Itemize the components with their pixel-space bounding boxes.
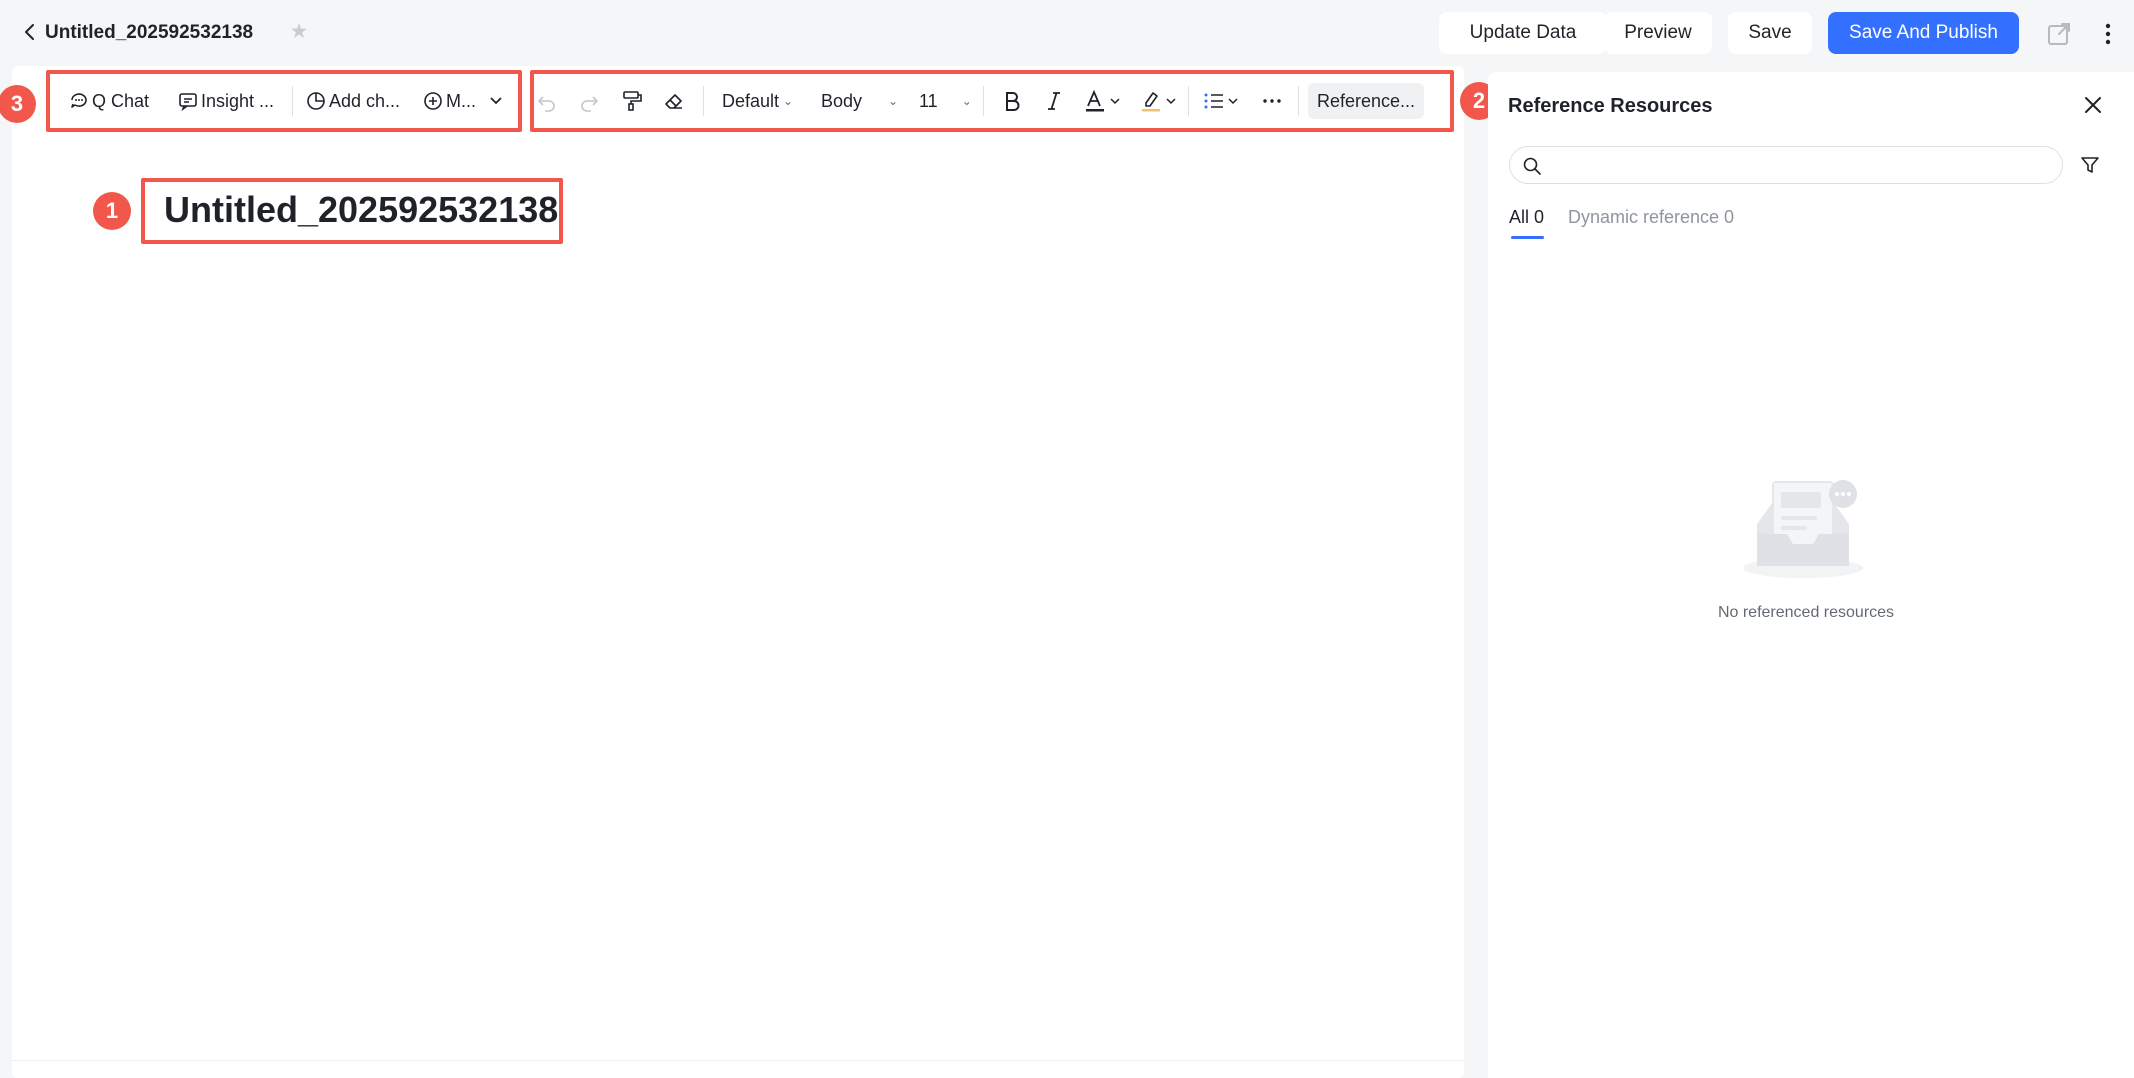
panel-title: Reference Resources — [1508, 95, 1713, 117]
q-chat-icon — [71, 93, 87, 108]
font-size-select[interactable]: 11 ⌄ — [919, 86, 972, 116]
redo-icon — [581, 96, 599, 112]
chevron-down-icon: ⌄ — [783, 94, 794, 108]
update-data-button[interactable]: Update Data — [1439, 12, 1607, 54]
font-family-select[interactable]: Default ⌄ — [722, 86, 793, 116]
top-bar — [0, 0, 2134, 66]
text-color-icon — [1086, 89, 1104, 112]
toolbar-divider — [703, 86, 704, 116]
highlight-color-button[interactable] — [1138, 86, 1178, 116]
add-chart-button[interactable]: Add ch... — [305, 86, 400, 116]
more-insert-button[interactable]: M... — [422, 86, 476, 116]
bold-icon — [1006, 92, 1020, 111]
back-arrow-icon[interactable] — [18, 20, 42, 44]
chevron-down-icon — [490, 97, 502, 105]
pie-chart-icon — [307, 92, 325, 110]
star-icon[interactable]: ★ — [287, 20, 311, 44]
undo-button[interactable] — [535, 86, 559, 116]
ai-group-dropdown[interactable] — [488, 86, 504, 116]
more-format-button[interactable] — [1260, 86, 1284, 116]
toolbar-divider — [983, 86, 984, 116]
undo-icon — [537, 96, 555, 112]
clear-format-button[interactable] — [662, 86, 686, 116]
font-size-value: 11 — [919, 90, 938, 111]
font-family-value: Default — [722, 90, 780, 111]
document-heading[interactable]: Untitled_202592532138 — [164, 188, 558, 232]
resource-search-input[interactable] — [1509, 146, 2063, 184]
chevron-down-icon — [1166, 98, 1176, 105]
toolbar-divider — [292, 86, 293, 116]
insight-label: Insight ... — [201, 90, 275, 111]
reference-button[interactable]: Reference... — [1308, 83, 1424, 119]
bold-button[interactable] — [1002, 86, 1022, 116]
add-chart-label: Add ch... — [329, 90, 401, 111]
chevron-down-icon: ⌄ — [961, 94, 972, 108]
filter-icon[interactable] — [2080, 155, 2100, 175]
tab-dynamic-reference[interactable]: Dynamic reference 0 — [1568, 204, 1734, 230]
active-tab-indicator — [1511, 236, 1544, 239]
insight-button[interactable]: Insight ... — [177, 86, 274, 116]
preview-button[interactable]: Preview — [1604, 12, 1712, 54]
list-button[interactable] — [1202, 86, 1240, 116]
q-chat-label: Q Chat — [92, 90, 150, 111]
tab-all[interactable]: All 0 — [1509, 204, 1544, 230]
search-icon — [1522, 156, 1542, 176]
redo-button[interactable] — [577, 86, 601, 116]
save-and-publish-button[interactable]: Save And Publish — [1828, 12, 2019, 54]
document-title: Untitled_202592532138 — [45, 22, 254, 43]
highlighter-icon — [1142, 92, 1160, 112]
chevron-down-icon — [1228, 98, 1238, 105]
text-color-button[interactable] — [1082, 86, 1122, 116]
bulleted-list-icon — [1204, 93, 1223, 109]
more-vertical-icon[interactable] — [2100, 20, 2116, 48]
chevron-down-icon — [1110, 98, 1120, 105]
q-chat-button[interactable]: Q Chat — [68, 86, 149, 116]
format-painter-button[interactable] — [620, 86, 644, 116]
close-icon[interactable] — [2081, 93, 2105, 117]
chevron-down-icon: ⌄ — [888, 94, 899, 108]
italic-icon — [1048, 92, 1060, 110]
empty-inbox-illustration — [1743, 472, 1867, 582]
editor-footer-divider — [12, 1060, 1464, 1061]
italic-button[interactable] — [1044, 86, 1064, 116]
empty-state-text: No referenced resources — [1717, 604, 1895, 621]
toolbar-divider — [1188, 86, 1189, 116]
more-insert-label: M... — [446, 90, 476, 111]
eraser-icon — [665, 94, 682, 109]
more-horizontal-icon — [1263, 99, 1281, 103]
paragraph-style-select[interactable]: Body ⌄ — [821, 86, 898, 116]
annotation-badge-1: 1 — [93, 192, 131, 230]
paragraph-style-value: Body — [821, 90, 863, 111]
toolbar-divider — [1298, 86, 1299, 116]
save-button[interactable]: Save — [1728, 12, 1812, 54]
insight-icon — [179, 93, 197, 112]
open-external-icon[interactable] — [2045, 20, 2073, 48]
format-painter-icon — [623, 91, 642, 111]
plus-circle-icon — [424, 92, 442, 110]
